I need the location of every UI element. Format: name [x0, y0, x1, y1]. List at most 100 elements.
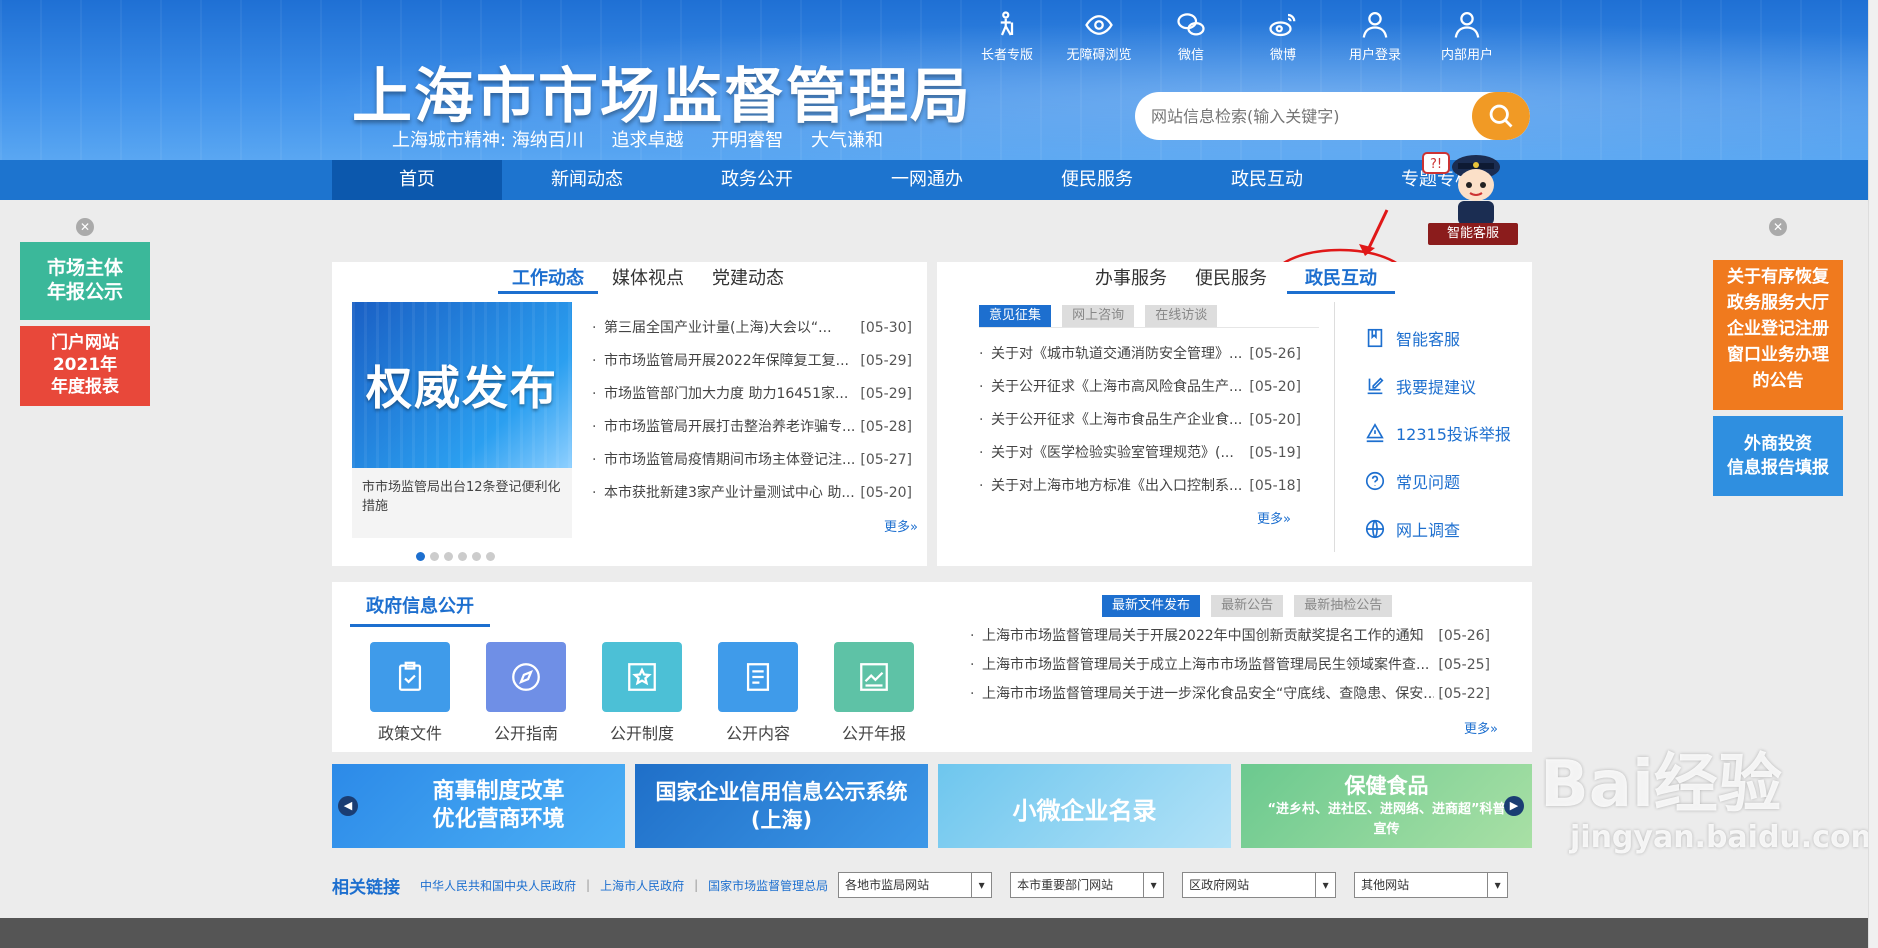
link-samr[interactable]: 国家市场监督管理总局	[708, 877, 828, 894]
quick-12315-report[interactable]: 12315投诉举报	[1364, 421, 1511, 445]
news-item[interactable]: 市场监管部门加大力度 助力16451家...[05-29]	[592, 378, 912, 411]
robot-label: 智能客服	[1428, 223, 1518, 245]
quick-survey[interactable]: 网上调查	[1364, 517, 1460, 541]
tab-party-news[interactable]: 党建动态	[698, 264, 798, 294]
nav-item-home[interactable]: 首页	[332, 160, 502, 200]
slide-caption[interactable]: 市市场监管局出台12条登记便利化措施	[352, 468, 572, 526]
main-nav: 首页 新闻动态 政务公开 一网通办 便民服务 政民互动 专题专栏	[0, 160, 1868, 200]
info-guide[interactable]: 公开指南	[486, 642, 566, 744]
slide-dot[interactable]	[430, 552, 439, 561]
banner-health-food[interactable]: 保健食品 “进乡村、进社区、进网络、进商超”科普宣传	[1241, 764, 1532, 848]
clipboard-icon	[398, 661, 422, 691]
select-local-bureaus[interactable]: 各地市监局网站 ▾	[838, 872, 993, 898]
tab-convenience-service[interactable]: 便民服务	[1181, 264, 1281, 294]
city-spirit-item: 海纳百川	[511, 130, 584, 151]
info-policy-docs[interactable]: 政策文件	[370, 642, 450, 744]
banner-prev-arrow[interactable]: ◀	[338, 796, 358, 816]
opinion-item[interactable]: 关于对《医学检验实验室管理规范》(...[05-19]	[979, 437, 1301, 470]
close-icon[interactable]: ✕	[1769, 218, 1787, 236]
ad-website-annual-report[interactable]: 门户网站 2021年 年度报表	[20, 326, 150, 406]
banner-business-reform[interactable]: 商事制度改革 优化营商环境	[332, 764, 625, 848]
news-item[interactable]: 市市场监管局开展2022年保障复工复...[05-29]	[592, 345, 912, 378]
subtab-latest-notice[interactable]: 最新公告	[1211, 595, 1284, 617]
banner-next-arrow[interactable]: ▶	[1504, 796, 1524, 816]
wechat-icon	[1177, 13, 1205, 36]
subtab-online-interview[interactable]: 在线访谈	[1145, 305, 1218, 327]
tab-gov-interaction[interactable]: 政民互动	[1287, 264, 1395, 294]
opinion-item[interactable]: 关于对上海市地方标准《出入口控制系...[05-18]	[979, 470, 1301, 503]
toplink-label: 长者专版	[980, 48, 1033, 63]
gov-info-title[interactable]: 政府信息公开	[350, 592, 490, 627]
toplink-elder[interactable]: 长者专版	[961, 10, 1053, 63]
city-spirit: 上海城市精神: 海纳百川 追求卓越 开明睿智 大气谦和	[392, 126, 905, 152]
site-title[interactable]: 上海市市场监督管理局	[352, 48, 972, 135]
info-content[interactable]: 公开内容	[718, 642, 798, 744]
search-input[interactable]	[1135, 92, 1465, 140]
subtab-online-consult[interactable]: 网上咨询	[1062, 305, 1135, 327]
ad-service-hall-notice[interactable]: 关于有序恢复 政务服务大厅 企业登记注册 窗口业务办理 的公告	[1713, 260, 1843, 410]
nav-item-one-network[interactable]: 一网通办	[842, 160, 1012, 200]
tab-office-service[interactable]: 办事服务	[1081, 264, 1181, 294]
city-spirit-item: 追求卓越	[611, 130, 684, 151]
gov-info-item[interactable]: 上海市市场监督管理局关于成立上海市市场监督管理局民生领域案件查...[05-25…	[970, 651, 1490, 680]
subtab-opinion[interactable]: 意见征集	[979, 305, 1052, 327]
tab-media-view[interactable]: 媒体视点	[598, 264, 698, 294]
opinion-item[interactable]: 关于公开征求《上海市高风险食品生产...[05-20]	[979, 371, 1301, 404]
news-item[interactable]: 市市场监管局疫情期间市场主体登记注...[05-27]	[592, 444, 912, 477]
link-shanghai-gov[interactable]: 上海市人民政府	[600, 877, 684, 894]
ad-annual-report-public[interactable]: 市场主体 年报公示	[20, 242, 150, 320]
elder-icon	[1000, 11, 1014, 36]
quick-label: 智能客服	[1396, 330, 1461, 349]
nav-item-news[interactable]: 新闻动态	[502, 160, 672, 200]
search-button[interactable]	[1472, 92, 1530, 140]
nav-item-interaction[interactable]: 政民互动	[1182, 160, 1352, 200]
tab-work-news[interactable]: 工作动态	[498, 264, 598, 294]
news-slide[interactable]: 权威发布 市市场监管局出台12条登记便利化措施	[352, 302, 572, 538]
nav-item-gov-affairs[interactable]: 政务公开	[672, 160, 842, 200]
quick-smart-service[interactable]: 智能客服	[1364, 326, 1460, 350]
select-other-sites[interactable]: 其他网站 ▾	[1354, 872, 1509, 898]
toplink-login[interactable]: 用户登录	[1329, 10, 1421, 63]
select-district-gov[interactable]: 区政府网站 ▾	[1182, 872, 1337, 898]
slide-dot[interactable]	[472, 552, 481, 561]
gov-info-more-link[interactable]: 更多»	[1464, 718, 1498, 737]
toplink-wechat[interactable]: 微信	[1145, 10, 1237, 63]
slide-dot[interactable]	[416, 552, 425, 561]
ad-foreign-investment[interactable]: 外商投资 信息报告填报	[1713, 416, 1843, 496]
vertical-scrollbar[interactable]	[1868, 0, 1878, 948]
gov-info-item[interactable]: 上海市市场监督管理局关于开展2022年中国创新贡献奖提名工作的通知[05-26]	[970, 622, 1490, 651]
toplink-internal[interactable]: 内部用户	[1421, 10, 1513, 63]
slide-dot[interactable]	[458, 552, 467, 561]
quick-suggestion[interactable]: 我要提建议	[1364, 374, 1476, 398]
report-icon	[1366, 423, 1384, 443]
info-annual-report[interactable]: 公开年报	[834, 642, 914, 744]
link-central-gov[interactable]: 中华人民共和国中央人民政府	[420, 877, 576, 894]
user-icon	[1362, 12, 1388, 38]
banner-credit-system[interactable]: 国家企业信用信息公示系统 (上海)	[635, 764, 928, 848]
toplink-accessible[interactable]: 无障碍浏览	[1053, 10, 1145, 63]
globe-icon	[1365, 519, 1385, 539]
news-more-link[interactable]: 更多»	[884, 516, 918, 535]
gov-info-item[interactable]: 上海市市场监督管理局关于进一步深化食品安全“守底线、查隐患、保安...[05-2…	[970, 680, 1490, 709]
quick-faq[interactable]: 常见问题	[1364, 469, 1460, 493]
service-more-link[interactable]: 更多»	[1257, 508, 1291, 527]
slide-dot[interactable]	[444, 552, 453, 561]
link-divider: |	[694, 878, 699, 892]
close-icon[interactable]: ✕	[76, 218, 94, 236]
opinion-item[interactable]: 关于对《城市轨道交通消防安全管理》...[05-26]	[979, 338, 1301, 371]
info-system[interactable]: 公开制度	[602, 642, 682, 744]
toplink-weibo[interactable]: 微博	[1237, 10, 1329, 63]
opinion-item[interactable]: 关于公开征求《上海市食品生产企业食...[05-20]	[979, 404, 1301, 437]
news-item[interactable]: 第三届全国产业计量(上海)大会以“...[05-30]	[592, 312, 912, 345]
subtab-latest-files[interactable]: 最新文件发布	[1102, 595, 1201, 617]
select-key-departments[interactable]: 本市重要部门网站 ▾	[1010, 872, 1165, 898]
site-header: 上海市市场监督管理局 上海城市精神: 海纳百川 追求卓越 开明睿智 大气谦和 长…	[0, 0, 1868, 160]
nav-item-public-service[interactable]: 便民服务	[1012, 160, 1182, 200]
chart-board-icon	[860, 663, 888, 691]
news-item[interactable]: 本市获批新建3家产业计量测试中心 助...[05-20]	[592, 477, 912, 510]
banner-small-business[interactable]: 小微企业名录	[938, 764, 1231, 848]
quick-label: 我要提建议	[1396, 378, 1477, 397]
subtab-latest-inspection[interactable]: 最新抽检公告	[1294, 595, 1393, 617]
news-item[interactable]: 市市场监管局开展打击整治养老诈骗专...[05-28]	[592, 411, 912, 444]
slide-dot[interactable]	[486, 552, 495, 561]
